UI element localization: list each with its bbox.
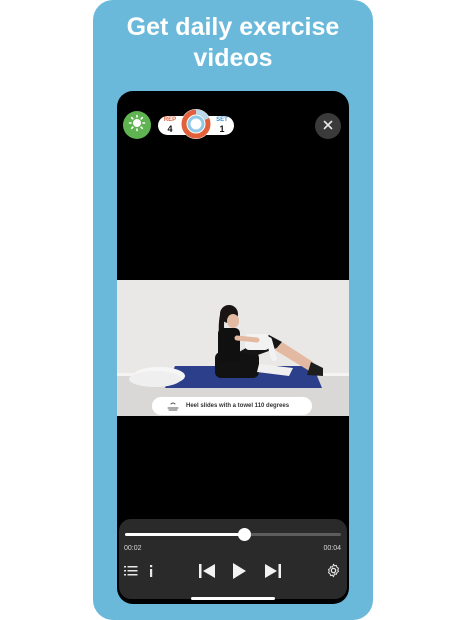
top-bar: REP 4 SET 1 [117,91,349,151]
headline-line-2: videos [193,44,273,72]
elapsed-time: 00:02 [124,545,142,552]
rep-label: REP [163,117,177,123]
sun-icon [128,114,146,137]
exercise-caption: Heel slides with a towel 110 degrees [152,397,312,415]
seek-handle[interactable] [237,528,251,541]
seek-progress [125,533,244,536]
rep-value: 4 [167,124,173,134]
promo-headline: Get daily exercise videos [93,12,373,74]
brightness-button[interactable] [123,111,151,139]
player-controls: 00:02 00:04 [119,519,347,599]
gear-icon [326,563,341,583]
set-counter: SET 1 [213,117,231,134]
skip-next-icon [264,563,282,584]
exercise-video[interactable] [117,280,349,416]
video-frame [117,280,349,416]
close-button[interactable] [315,113,341,139]
skip-previous-icon [198,563,216,584]
playlist-button[interactable] [123,565,139,581]
rep-counter: REP 4 [161,117,179,134]
close-icon [323,117,333,135]
phone-screen: REP 4 SET 1 Heel slides with a towel 110… [117,91,349,604]
settings-button[interactable] [325,563,341,583]
list-icon [124,564,138,582]
headline-line-1: Get daily exercise [126,13,340,41]
set-label: SET [216,117,228,123]
play-button[interactable] [229,562,249,585]
seek-bar[interactable] [125,528,341,541]
set-value: 1 [219,124,225,134]
exercise-icon [166,399,180,413]
caption-text: Heel slides with a towel 110 degrees [186,403,290,409]
play-icon [231,562,247,585]
total-time: 00:04 [323,545,341,552]
home-indicator [191,597,275,600]
previous-button[interactable] [197,563,217,583]
info-button[interactable] [145,565,157,581]
progress-ring [180,108,212,140]
next-button[interactable] [263,563,283,583]
info-icon [148,564,154,582]
